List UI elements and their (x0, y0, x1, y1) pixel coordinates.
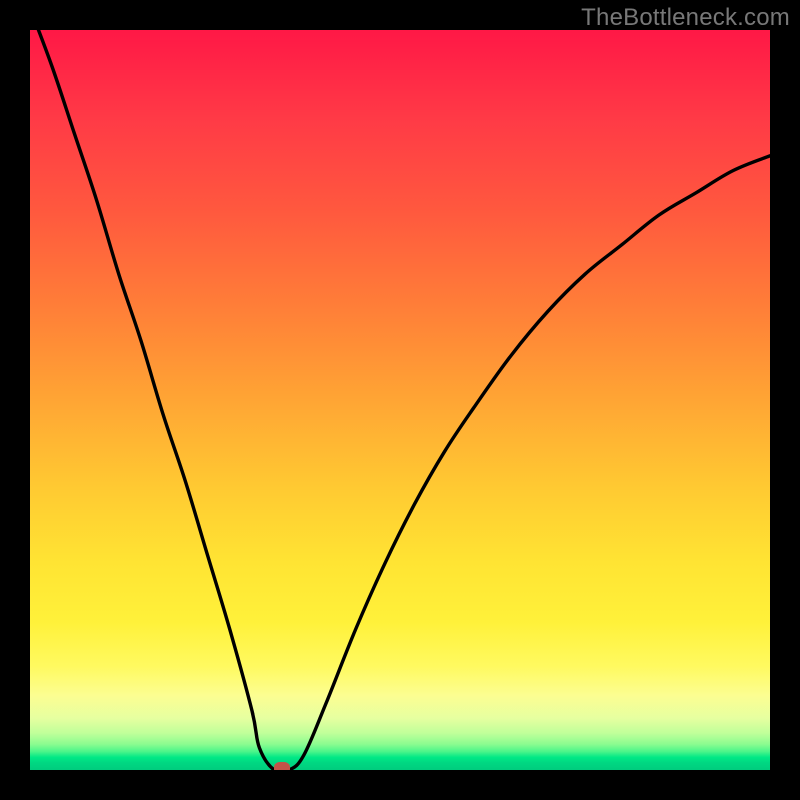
optimal-point-marker (274, 762, 290, 770)
bottleneck-curve (30, 30, 770, 770)
watermark-text: TheBottleneck.com (581, 4, 790, 32)
chart-frame: TheBottleneck.com (0, 0, 800, 800)
curve-layer (30, 30, 770, 770)
plot-area (30, 30, 770, 770)
